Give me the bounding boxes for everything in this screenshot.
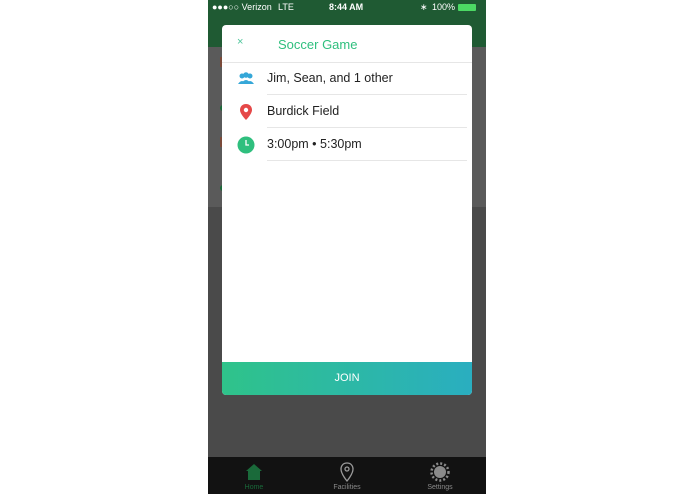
bluetooth-icon: ∗ bbox=[420, 2, 428, 12]
battery-percent: 100% bbox=[432, 2, 456, 12]
modal-header: × Soccer Game bbox=[222, 25, 472, 63]
home-icon bbox=[246, 464, 262, 480]
participants-row: Jim, Sean, and 1 other bbox=[222, 62, 472, 95]
carrier-label: ●●●○○ Verizon bbox=[212, 2, 272, 12]
time-text: 3:00pm • 5:30pm bbox=[267, 137, 362, 151]
map-pin-icon bbox=[340, 462, 354, 482]
phone-screen: ●●●○○ Verizon LTE 8:44 AM ∗ 100% × Socce… bbox=[208, 0, 486, 494]
location-row: Burdick Field bbox=[222, 95, 472, 128]
participants-text: Jim, Sean, and 1 other bbox=[267, 71, 393, 85]
tab-label-settings: Settings bbox=[427, 484, 453, 491]
close-icon[interactable]: × bbox=[237, 36, 243, 48]
time-row: 3:00pm • 5:30pm bbox=[222, 128, 472, 161]
gear-icon bbox=[430, 462, 450, 482]
location-pin-icon bbox=[240, 104, 252, 120]
tab-label-facilities: Facilities bbox=[333, 484, 361, 491]
tab-label-home: Home bbox=[244, 484, 264, 491]
tab-settings[interactable]: Settings bbox=[394, 457, 486, 494]
network-label: LTE bbox=[278, 2, 294, 12]
join-button[interactable]: JOIN bbox=[222, 362, 472, 395]
clock-time: 8:44 AM bbox=[329, 2, 364, 12]
status-bar: ●●●○○ Verizon LTE 8:44 AM ∗ 100% bbox=[208, 0, 486, 15]
modal-title: Soccer Game bbox=[278, 37, 358, 52]
clock-icon bbox=[237, 136, 255, 154]
event-modal: × Soccer Game Jim, Sean, and 1 other Bur… bbox=[222, 25, 472, 395]
battery-icon bbox=[458, 4, 476, 11]
tab-facilities[interactable]: Facilities bbox=[301, 457, 393, 494]
row-divider bbox=[267, 160, 467, 161]
tab-bar: Home Facilities Settings bbox=[208, 457, 486, 494]
tab-home[interactable]: Home bbox=[208, 457, 300, 494]
location-text: Burdick Field bbox=[267, 104, 340, 118]
people-icon bbox=[238, 72, 254, 84]
